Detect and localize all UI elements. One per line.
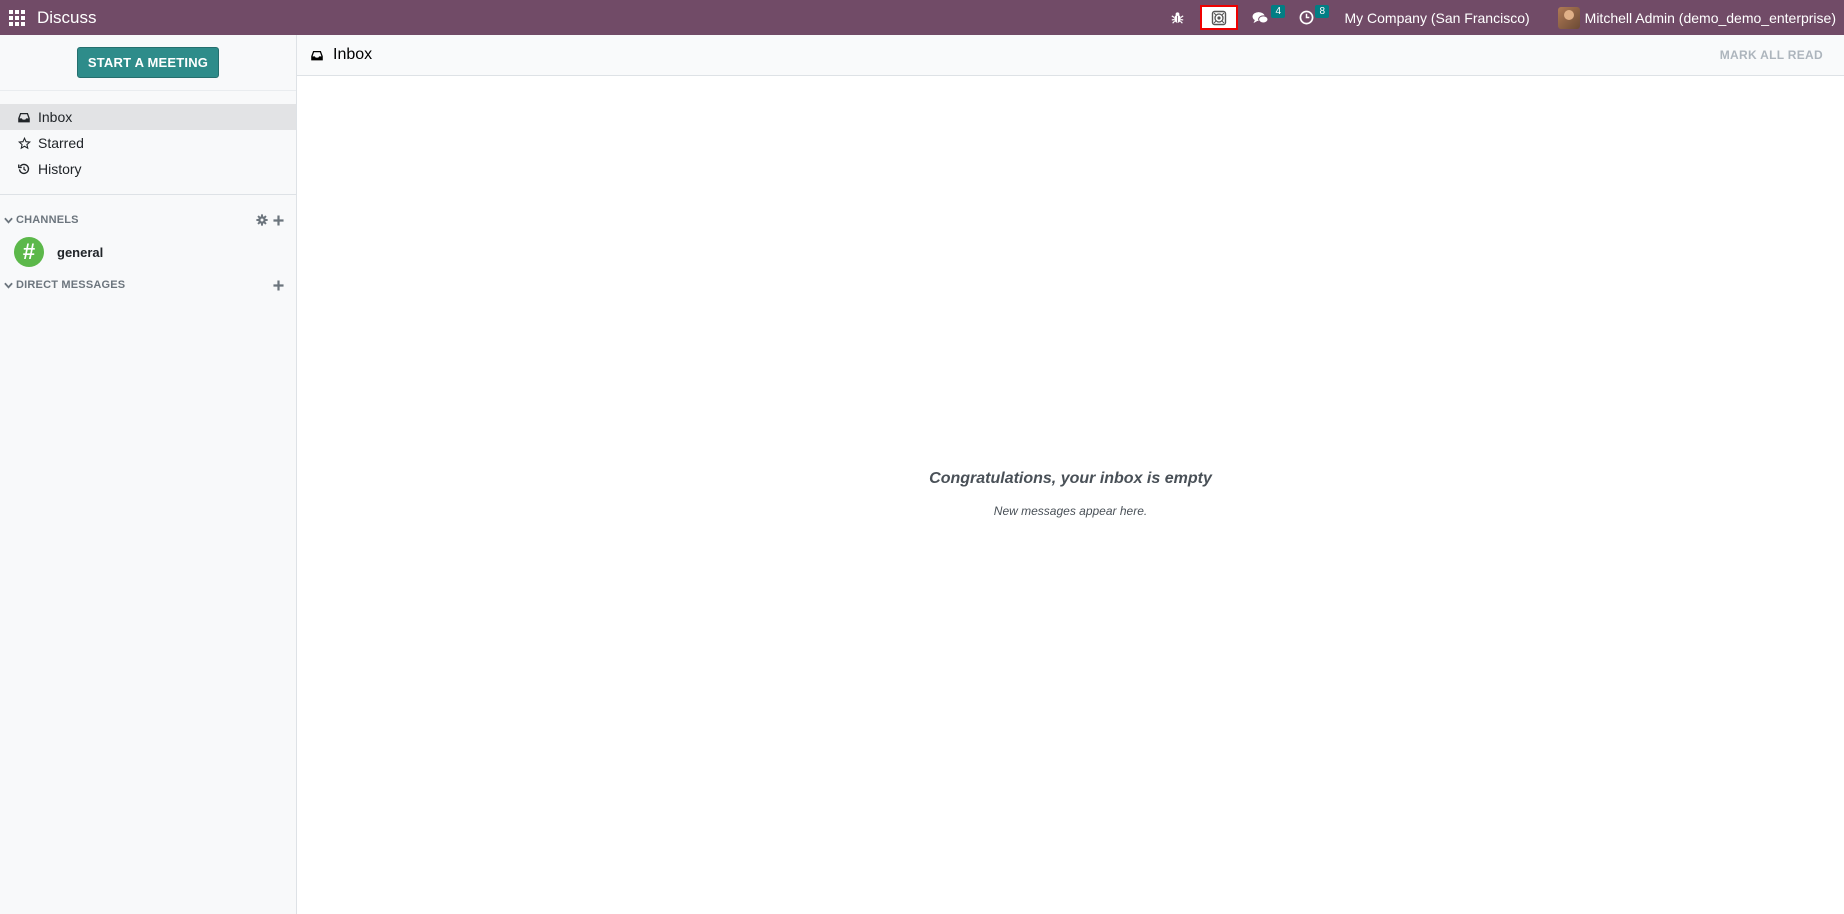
activity-menu[interactable]: 8 bbox=[1291, 0, 1336, 35]
debug-menu[interactable] bbox=[1163, 0, 1194, 35]
activities-badge: 8 bbox=[1315, 5, 1330, 18]
sidebar-item-history[interactable]: History bbox=[0, 156, 296, 182]
direct-messages-category-header[interactable]: DIRECT MESSAGES bbox=[0, 272, 296, 298]
history-icon bbox=[18, 163, 38, 175]
voip-highlight-box[interactable] bbox=[1200, 5, 1239, 30]
channel-avatar: # bbox=[14, 237, 44, 267]
sidebar-item-starred[interactable]: Starred bbox=[0, 130, 296, 156]
thread-header: Inbox MARK ALL READ bbox=[297, 35, 1844, 76]
add-channel-icon[interactable] bbox=[273, 214, 284, 226]
empty-inbox-message: Congratulations, your inbox is empty New… bbox=[297, 470, 1844, 518]
avatar bbox=[1557, 6, 1580, 29]
inbox-icon bbox=[18, 112, 38, 123]
direct-messages-label: DIRECT MESSAGES bbox=[16, 279, 126, 291]
star-icon bbox=[18, 136, 38, 150]
gear-icon[interactable] bbox=[256, 214, 268, 226]
sidebar-item-label: Inbox bbox=[38, 109, 73, 125]
sidebar-item-label: History bbox=[38, 161, 82, 177]
channel-name: general bbox=[57, 244, 104, 260]
user-menu[interactable]: Mitchell Admin (demo_demo_enterprise) bbox=[1550, 0, 1844, 35]
sidebar-item-label: Starred bbox=[38, 135, 84, 151]
voip-icon bbox=[1211, 10, 1227, 26]
bug-icon bbox=[1171, 11, 1184, 24]
channels-category-header[interactable]: CHANNELS bbox=[0, 207, 296, 233]
chevron-down-icon[interactable] bbox=[4, 282, 16, 289]
add-chat-icon[interactable] bbox=[273, 279, 284, 291]
apps-grid-icon[interactable] bbox=[9, 9, 25, 26]
channel-item-general[interactable]: # general bbox=[0, 233, 296, 271]
navbar-systray: 4 8 My Company (San Francisco) Mitchell … bbox=[1163, 0, 1844, 35]
messages-badge: 4 bbox=[1271, 5, 1286, 18]
channels-label: CHANNELS bbox=[16, 214, 79, 226]
app-title[interactable]: Discuss bbox=[37, 8, 97, 28]
top-navbar: Discuss 4 8 My Company (San Francisco) M… bbox=[0, 0, 1844, 35]
inbox-icon bbox=[311, 50, 323, 61]
messaging-menu[interactable]: 4 bbox=[1244, 0, 1291, 35]
empty-title: Congratulations, your inbox is empty bbox=[929, 470, 1212, 487]
sidebar-item-inbox[interactable]: Inbox bbox=[0, 104, 296, 130]
clock-icon bbox=[1299, 10, 1314, 25]
company-switcher[interactable]: My Company (San Francisco) bbox=[1336, 0, 1549, 35]
chevron-down-icon[interactable] bbox=[4, 217, 16, 224]
start-meeting-button[interactable]: START A MEETING bbox=[76, 47, 220, 78]
voip-button[interactable] bbox=[1194, 0, 1244, 35]
mark-all-read-button[interactable]: MARK ALL READ bbox=[1720, 48, 1823, 62]
thread-view: Inbox MARK ALL READ Congratulations, you… bbox=[297, 35, 1844, 914]
comments-icon bbox=[1252, 11, 1269, 25]
discuss-sidebar: START A MEETING Inbox Starred History CH… bbox=[0, 35, 297, 914]
empty-subtitle: New messages appear here. bbox=[993, 504, 1148, 518]
page-title: Inbox bbox=[333, 46, 373, 63]
mailbox-list: Inbox Starred History bbox=[0, 91, 296, 195]
user-name: Mitchell Admin (demo_demo_enterprise) bbox=[1584, 9, 1836, 26]
meeting-area: START A MEETING bbox=[0, 35, 296, 91]
